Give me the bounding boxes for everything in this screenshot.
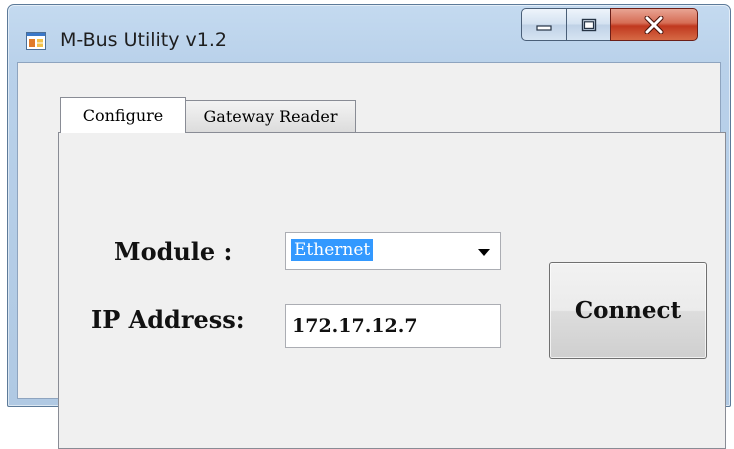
window-client-area: Configure Gateway Reader Module : Ethern… xyxy=(17,62,726,449)
maximize-icon xyxy=(581,18,596,31)
app-window: M-Bus Utility v1.2 Configure Gateway Rea… xyxy=(7,4,731,449)
module-dropdown[interactable]: Ethernet xyxy=(285,232,501,270)
title-bar[interactable]: M-Bus Utility v1.2 xyxy=(8,5,730,57)
ip-address-label: IP Address: xyxy=(91,305,245,334)
window-title: M-Bus Utility v1.2 xyxy=(60,29,227,51)
tab-gateway-reader[interactable]: Gateway Reader xyxy=(185,100,356,132)
module-label: Module : xyxy=(114,237,233,266)
close-button[interactable] xyxy=(610,8,698,41)
minimize-icon xyxy=(536,24,552,31)
configure-tab-panel: Module : Ethernet IP Address: 172.17.12.… xyxy=(58,132,726,449)
maximize-button[interactable] xyxy=(566,8,611,41)
module-dropdown-value: Ethernet xyxy=(291,239,374,261)
chevron-down-icon[interactable] xyxy=(478,249,490,256)
close-icon xyxy=(644,15,664,34)
app-window-icon xyxy=(26,32,46,50)
minimize-button[interactable] xyxy=(521,8,567,41)
tab-configure[interactable]: Configure xyxy=(60,97,186,133)
ip-address-input[interactable]: 172.17.12.7 xyxy=(285,304,501,348)
connect-button[interactable]: Connect xyxy=(549,262,707,359)
